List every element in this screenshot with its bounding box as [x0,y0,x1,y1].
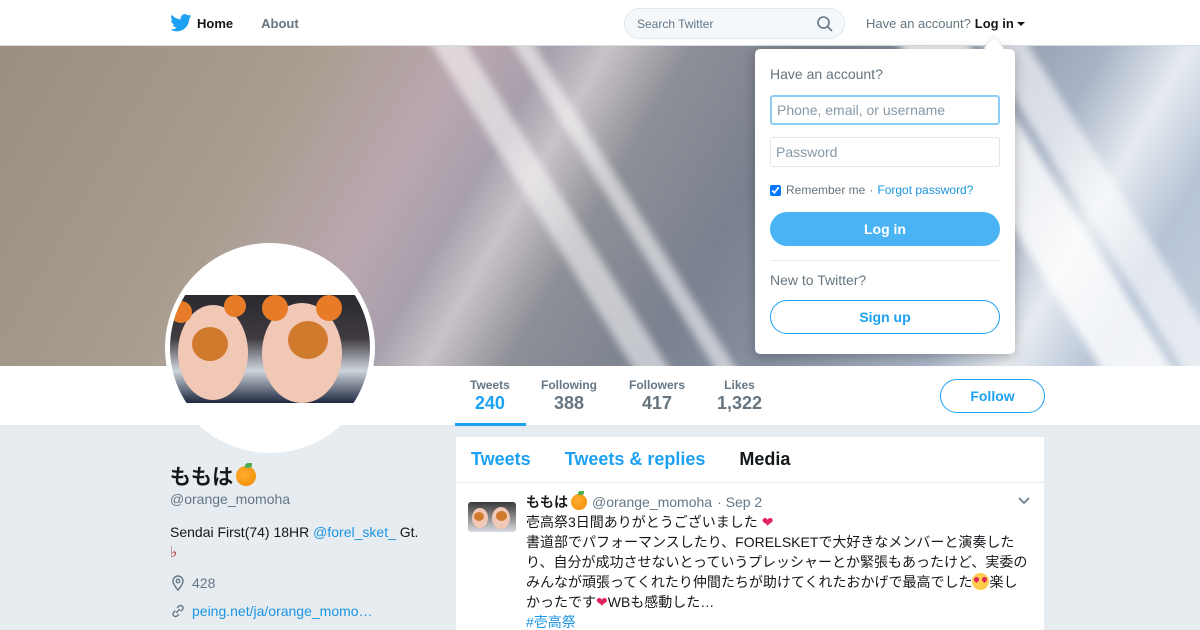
password-field[interactable] [770,137,1000,167]
nav-about-label: About [261,15,299,31]
location-text: 428 [192,575,216,591]
username-field[interactable] [770,95,1000,125]
bio-suffix: Gt. [395,524,419,540]
stat-value: 388 [553,393,585,413]
stat-following[interactable]: Following 388 [541,378,597,414]
tweet-date[interactable]: · Sep 2 [717,494,762,510]
login-button[interactable]: Log in [770,212,1000,246]
caret-down-icon [1016,21,1025,26]
stat-label: Following [541,378,597,392]
tweet-line-3: り、自分が成功させないとっていうプレッシャーとか緊張もあったけど、実委の [526,554,1028,570]
nav-home-label: Home [197,15,234,31]
heart-eyes-emoji-icon [972,573,990,590]
stat-followers[interactable]: Followers 417 [629,378,685,414]
remember-me-checkbox[interactable] [770,184,781,196]
profile-handle[interactable]: @orange_momoha [170,491,290,507]
chevron-down-icon[interactable] [1018,497,1030,505]
website-link[interactable]: peing.net/ja/orange_momo… [192,603,373,619]
tweet-line-2: 書道部でパフォーマンスしたり、FORELSKETで大好きなメンバーと演奏した [526,534,1015,550]
timeline: Tweets Tweets & replies Media ももは @orang… [456,437,1044,630]
bio-mention-link[interactable]: @forel_sket_ [313,524,396,540]
avatar-photo [170,295,370,403]
tab-tweets[interactable]: Tweets [471,449,531,470]
stat-label: Followers [629,378,686,392]
account-area: Have an account? Log in [866,16,1025,31]
heart-emoji-icon: ❤ [596,594,608,610]
active-stat-underline [455,423,526,426]
remember-me-row: Remember me · Forgot password? [770,183,973,197]
separator-dot: · [869,183,874,197]
tweet[interactable]: ももは @orange_momoha · Sep 2 壱高祭3日間ありがとうござ… [456,483,1044,630]
tweet-line-1: 壱高祭3日間ありがとうございました [526,514,758,530]
tweet-author-name[interactable]: ももは [526,491,587,512]
login-dropdown-toggle[interactable]: Log in [975,16,1025,31]
link-icon [172,604,184,618]
heart-emoji-icon: ❤ [761,514,774,530]
have-account-text: Have an account? [866,16,971,31]
stat-value: 240 [474,393,505,413]
login-dropdown: Have an account? Remember me · Forgot pa… [755,49,1015,354]
signup-button[interactable]: Sign up [770,300,1000,334]
profile-location: 428 [170,575,215,591]
nav-about-link[interactable]: About [261,16,299,31]
location-pin-icon [172,575,184,591]
profile-name[interactable]: ももは [170,461,256,491]
stat-value: 417 [641,393,673,413]
bio-text: Sendai First(74) 18HR [170,524,314,540]
search-icon[interactable] [817,16,833,32]
login-link-label: Log in [974,16,1014,31]
tweet-line-5a: かったです [526,594,596,610]
tweet-line-4b: 楽し [989,574,1018,590]
tweet-line: みんなが頑張ってくれたり仲間たちが助けてくれたおかげで最高でした 楽し [526,572,1034,592]
tweet-line-5b: WBも感動した… [607,594,715,610]
tweet-author-name-text: ももは [526,494,568,510]
tweet-line-4a: みんなが頑張ってくれたり仲間たちが助けてくれたおかげで最高でした [526,574,973,590]
orange-emoji-icon [571,491,587,510]
profile-website: peing.net/ja/orange_momo… [170,603,373,619]
tweet-text: 壱高祭3日間ありがとうございました ❤ 書道部でパフォーマンスしたり、FOREL… [526,512,1034,630]
tweet-author-handle[interactable]: @orange_momoha [592,494,712,510]
tweet-line: 壱高祭3日間ありがとうございました ❤ [526,512,1034,532]
nav-home-link[interactable]: Home [170,14,233,32]
top-navigation-bar: Home About Have an account? Log in [0,0,1200,46]
tweet-hashtag-link[interactable]: #壱高祭 [526,612,1034,630]
tab-tweets-and-replies[interactable]: Tweets & replies [565,449,706,470]
profile-avatar[interactable] [165,243,375,453]
search-box [624,8,845,39]
orange-emoji-icon [236,463,256,486]
tab-media[interactable]: Media [739,449,790,470]
tweet-line: かったです❤WBも感動した… [526,592,1034,612]
follow-button[interactable]: Follow [940,379,1045,413]
new-to-twitter-text: New to Twitter? [770,272,867,288]
search-input[interactable] [625,9,805,38]
nav-left: Home About [170,0,327,46]
stat-value: 1,322 [717,393,763,413]
timeline-tabs: Tweets Tweets & replies Media [456,437,1044,483]
stat-tweets[interactable]: Tweets 240 [470,378,510,414]
guitar-emoji-icon: ♭ [170,544,178,561]
stat-label: Likes [724,378,755,392]
forgot-password-link[interactable]: Forgot password? [877,183,973,197]
tweet-header: ももは @orange_momoha · Sep 2 [526,491,762,512]
login-dropdown-title: Have an account? [770,66,883,82]
remember-me-label[interactable]: Remember me [786,183,865,197]
twitter-bird-icon [170,14,192,32]
stat-label: Tweets [470,378,510,392]
tweet-avatar[interactable] [468,502,516,532]
profile-name-text: ももは [170,466,233,489]
dropdown-divider [770,260,1000,261]
stat-likes[interactable]: Likes 1,322 [717,378,762,414]
profile-bio: Sendai First(74) 18HR @forel_sket_ Gt. ♭ [170,522,430,563]
